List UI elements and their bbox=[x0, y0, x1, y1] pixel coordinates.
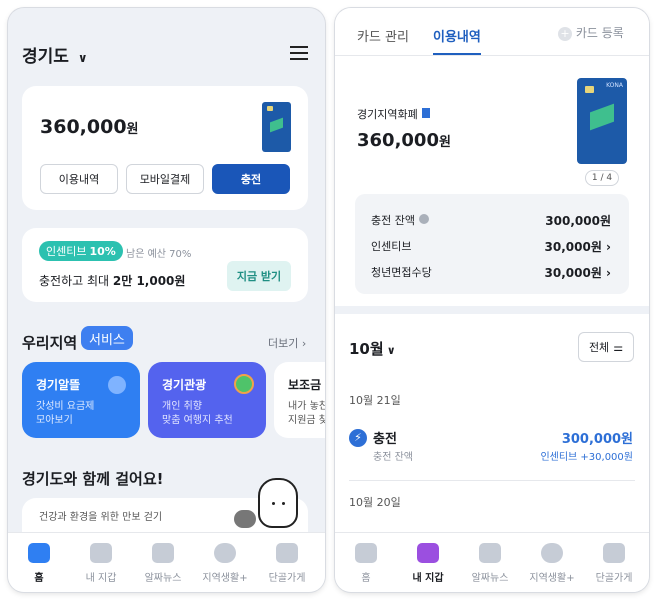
card-thumbnail[interactable] bbox=[262, 102, 291, 152]
lightning-icon: ⚡ bbox=[349, 429, 367, 447]
rabbit-mascot-icon bbox=[258, 478, 298, 528]
chevron-right-icon: › bbox=[298, 337, 307, 350]
home-icon bbox=[28, 543, 50, 563]
region-selector[interactable]: 경기도 ∨ bbox=[22, 42, 88, 67]
date-header: 10월 21일 bbox=[349, 394, 401, 407]
tab-card-management[interactable]: 카드 관리 bbox=[357, 26, 409, 45]
chevron-right-icon: › bbox=[601, 240, 611, 254]
detail-youth-allowance[interactable]: 청년면접수당 30,000원 › bbox=[371, 264, 611, 280]
home-icon bbox=[355, 543, 377, 563]
bottom-tab-bar: 홈 내 지갑 알짜뉴스 지역생활+ 단골가게 bbox=[8, 532, 325, 592]
service-desc: 내가 놓친 지원금 찾 bbox=[288, 401, 325, 426]
date-header: 10월 20일 bbox=[349, 496, 401, 509]
card-pager: 1 / 4 bbox=[585, 170, 619, 186]
transaction-amount: 300,000원 bbox=[561, 432, 633, 447]
card-balance: 360,000원 bbox=[357, 130, 451, 151]
home-screen: 경기도 ∨ 360,000원 이용내역 모바일결제 충전 인센티브 10% 남은 … bbox=[8, 8, 325, 592]
mobile-pay-button[interactable]: 모바일결제 bbox=[126, 164, 204, 194]
history-button[interactable]: 이용내역 bbox=[40, 164, 118, 194]
add-card-button[interactable]: + 카드 등록 bbox=[558, 24, 624, 41]
detail-charge-balance: 충전 잔액 300,000원 bbox=[371, 214, 611, 228]
map-icon bbox=[234, 374, 254, 394]
charge-button[interactable]: 충전 bbox=[212, 164, 290, 194]
card-summary-panel: 경기지역화폐 360,000원 KONA 1 / 4 충전 잔액 300,000원… bbox=[335, 56, 649, 306]
month-selector[interactable]: 10월 ∨ bbox=[349, 338, 396, 359]
service-card-subsidy[interactable]: 보조금 내가 놓친 지원금 찾 bbox=[274, 362, 325, 438]
sliders-icon: ⚌ bbox=[613, 340, 624, 354]
card-name: 경기지역화폐 bbox=[357, 106, 430, 122]
tab-home[interactable]: 홈 bbox=[8, 543, 70, 584]
incentive-description: 충전하고 최대 2만 1,000원 bbox=[39, 274, 186, 288]
news-icon bbox=[152, 543, 174, 563]
store-icon bbox=[603, 543, 625, 563]
dog-mascot-icon bbox=[234, 510, 256, 528]
walk-description: 건강과 환경을 위한 만보 걷기 bbox=[39, 512, 163, 523]
service-title: 경기알뜰 bbox=[36, 378, 81, 392]
balance-card: 360,000원 이용내역 모바일결제 충전 bbox=[22, 86, 308, 210]
region-name: 경기도 bbox=[22, 47, 69, 67]
balance-amount: 360,000원 bbox=[40, 116, 139, 138]
news-icon bbox=[479, 543, 501, 563]
tab-stores[interactable]: 단골가게 bbox=[256, 543, 318, 584]
region-section-title: 우리지역 bbox=[22, 334, 78, 352]
more-link[interactable]: 더보기 › bbox=[268, 335, 306, 351]
tab-stores[interactable]: 단골가게 bbox=[583, 543, 645, 584]
bookmark-icon[interactable] bbox=[421, 108, 430, 118]
tab-wallet[interactable]: 내 지갑 bbox=[397, 543, 459, 584]
service-title: 경기관광 bbox=[162, 378, 207, 392]
tab-local-life[interactable]: 지역생활+ bbox=[521, 543, 583, 584]
smile-icon bbox=[541, 543, 563, 563]
tab-news[interactable]: 알짜뉴스 bbox=[132, 543, 194, 584]
bottom-tab-bar: 홈 내 지갑 알짜뉴스 지역생활+ 단골가게 bbox=[335, 532, 649, 592]
info-icon[interactable] bbox=[418, 214, 429, 224]
chevron-right-icon: › bbox=[601, 266, 611, 280]
service-desc: 개인 취향 맞춤 여행지 추천 bbox=[162, 401, 233, 426]
smile-icon bbox=[214, 543, 236, 563]
tab-news[interactable]: 알짜뉴스 bbox=[459, 543, 521, 584]
chevron-down-icon: ∨ bbox=[77, 51, 88, 65]
service-card-alteul[interactable]: 경기알뜰 갓성비 요금제 모아보기 bbox=[22, 362, 140, 438]
phone-icon bbox=[108, 376, 126, 394]
service-tag: 서비스 bbox=[81, 326, 133, 350]
plus-icon: + bbox=[558, 27, 572, 41]
wallet-screen: 카드 관리 이용내역 + 카드 등록 경기지역화폐 360,000원 KONA … bbox=[335, 8, 649, 592]
wallet-icon bbox=[417, 543, 439, 563]
menu-icon[interactable] bbox=[290, 46, 308, 60]
history-panel: 10월 ∨ 전체 ⚌ 10월 21일 ⚡ 충전 충전 잔액 300,000원 인센티… bbox=[335, 314, 649, 534]
tab-home[interactable]: 홈 bbox=[335, 543, 397, 584]
card-image[interactable]: KONA bbox=[577, 78, 627, 164]
transaction-title: 충전 bbox=[373, 432, 397, 447]
divider bbox=[349, 480, 635, 481]
transaction-sub: 충전 잔액 bbox=[373, 452, 413, 463]
filter-button[interactable]: 전체 ⚌ bbox=[578, 332, 634, 362]
detail-incentive[interactable]: 인센티브 30,000원 › bbox=[371, 238, 611, 254]
get-now-button[interactable]: 지금 받기 bbox=[227, 261, 291, 291]
service-card-tour[interactable]: 경기관광 개인 취향 맞춤 여행지 추천 bbox=[148, 362, 266, 438]
chevron-down-icon: ∨ bbox=[386, 344, 396, 357]
incentive-badge: 인센티브 10% bbox=[39, 241, 123, 261]
walk-section-title: 경기도와 함께 걸어요! bbox=[22, 470, 164, 488]
service-desc: 갓성비 요금제 모아보기 bbox=[36, 401, 95, 426]
card-brand: KONA bbox=[606, 82, 623, 89]
remaining-budget: 남은 예산 70% bbox=[126, 249, 192, 260]
incentive-card: 인센티브 10% 남은 예산 70% 충전하고 최대 2만 1,000원 지금 받… bbox=[22, 228, 308, 302]
service-title: 보조금 bbox=[288, 378, 322, 392]
transaction-incentive: 인센티브 +30,000원 bbox=[540, 452, 633, 463]
tab-local-life[interactable]: 지역생활+ bbox=[194, 543, 256, 584]
tab-history[interactable]: 이용내역 bbox=[433, 26, 481, 55]
store-icon bbox=[276, 543, 298, 563]
wallet-icon bbox=[90, 543, 112, 563]
tab-wallet[interactable]: 내 지갑 bbox=[70, 543, 132, 584]
